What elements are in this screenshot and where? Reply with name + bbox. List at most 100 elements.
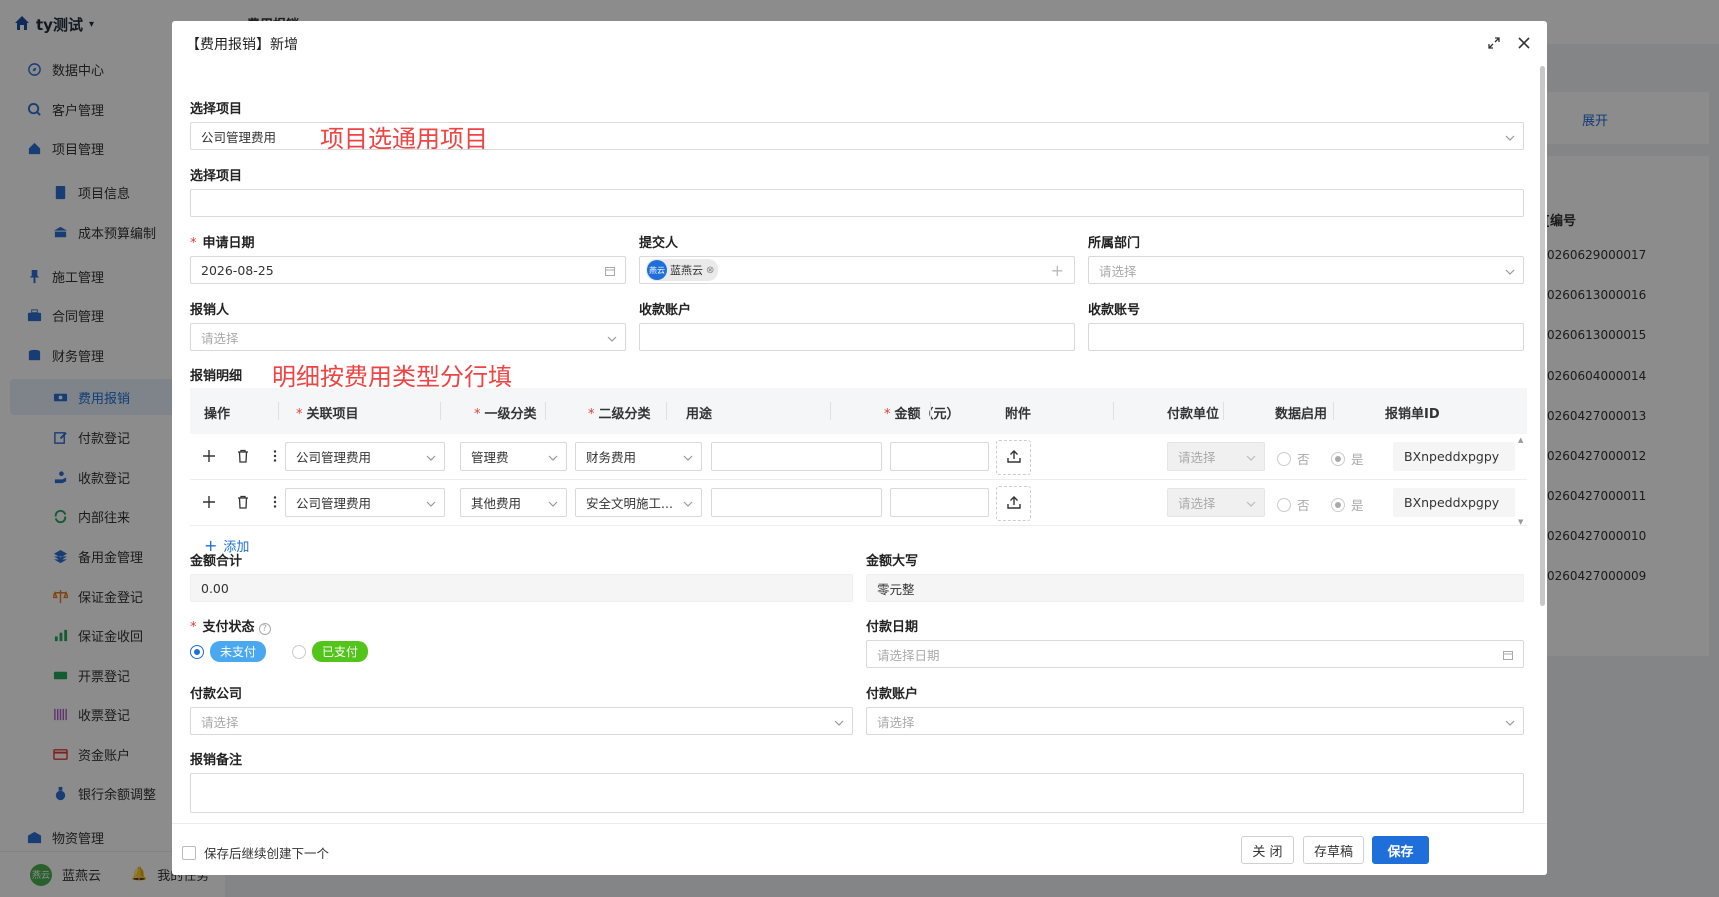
remove-chip-icon[interactable]: ⊗ bbox=[706, 265, 714, 276]
avatar: 燕云 bbox=[647, 260, 667, 280]
remark-label: 报销备注 bbox=[190, 753, 243, 768]
chevron-down-icon bbox=[548, 497, 558, 507]
help-icon[interactable]: ? bbox=[258, 623, 271, 635]
pay-unit-select[interactable]: 请选择 bbox=[1167, 442, 1265, 471]
submitter-picker[interactable]: 燕云 蓝燕云 ⊗ + bbox=[639, 256, 1075, 284]
amount-input[interactable] bbox=[890, 488, 989, 517]
payee-number-input[interactable] bbox=[1088, 323, 1524, 351]
dialog-title: 【费用报销】新增 bbox=[186, 36, 298, 53]
pay-status-paid-radio[interactable]: 已支付 bbox=[292, 641, 369, 662]
chevron-down-icon bbox=[1246, 497, 1256, 507]
th-actions: 操作 bbox=[204, 407, 231, 422]
more-icon[interactable] bbox=[268, 495, 282, 509]
submitter-label: 提交人 bbox=[639, 236, 679, 251]
cat2-select[interactable]: 财务费用 bbox=[575, 442, 702, 471]
save-draft-button[interactable]: 存草稿 bbox=[1303, 836, 1364, 864]
scroll-up-icon[interactable]: ▲ bbox=[1518, 436, 1526, 444]
project-select[interactable]: 公司管理费用 bbox=[285, 442, 445, 471]
annotation-detail: 明细按费用类型分行填 bbox=[272, 363, 512, 391]
cat1-select[interactable]: 管理费 bbox=[460, 442, 567, 471]
save-button[interactable]: 保存 bbox=[1372, 836, 1429, 864]
enabled-yes-radio[interactable]: 是 bbox=[1331, 449, 1364, 468]
chevron-down-icon bbox=[548, 451, 558, 461]
purpose-input[interactable] bbox=[711, 442, 882, 471]
detail-label: 报销明细 bbox=[190, 369, 243, 384]
pay-account-label: 付款账户 bbox=[866, 687, 919, 702]
maximize-icon[interactable] bbox=[1485, 34, 1503, 52]
chevron-down-icon bbox=[607, 332, 617, 342]
enabled-no-radio[interactable]: 否 bbox=[1277, 449, 1310, 468]
annotation-project: 项目选通用项目 bbox=[320, 125, 488, 153]
drag-handle-icon[interactable] bbox=[202, 495, 216, 509]
chevron-down-icon bbox=[1505, 716, 1515, 726]
trash-icon[interactable] bbox=[236, 449, 250, 463]
expense-id-field: BXnpeddxpgpy bbox=[1393, 488, 1515, 517]
claimant-select[interactable]: 请选择 bbox=[190, 323, 626, 351]
enabled-no-radio[interactable]: 否 bbox=[1277, 495, 1310, 514]
cat1-select[interactable]: 其他费用 bbox=[460, 488, 567, 517]
th-purpose: 用途 bbox=[686, 407, 713, 422]
chevron-down-icon bbox=[1505, 265, 1515, 275]
claimant-label: 报销人 bbox=[190, 303, 230, 318]
th-attachment: 附件 bbox=[1005, 407, 1032, 422]
chevron-down-icon bbox=[426, 497, 436, 507]
chevron-down-icon bbox=[426, 451, 436, 461]
th-cat1: 一级分类 bbox=[474, 403, 537, 422]
th-id: 报销单ID bbox=[1385, 407, 1440, 422]
payee-number-label: 收款账号 bbox=[1088, 303, 1141, 318]
total-upper-label: 金额大写 bbox=[866, 554, 919, 569]
chevron-down-icon bbox=[834, 716, 844, 726]
pay-status-label: 支付状态? bbox=[190, 616, 271, 635]
drag-handle-icon[interactable] bbox=[202, 449, 216, 463]
apply-date-picker[interactable]: 2026-08-25 bbox=[190, 256, 626, 284]
table-row: 公司管理费用 其他费用 安全文明施工... 请选择 否 是 BXnpeddxpg… bbox=[190, 480, 1527, 526]
total-field: 0.00 bbox=[190, 574, 853, 602]
chevron-down-icon bbox=[1246, 451, 1256, 461]
cat2-select[interactable]: 安全文明施工... bbox=[575, 488, 702, 517]
chevron-down-icon bbox=[1505, 131, 1515, 141]
calendar-icon bbox=[605, 264, 615, 276]
payee-account-input[interactable] bbox=[639, 323, 1075, 351]
upload-button[interactable] bbox=[996, 440, 1031, 475]
continue-checkbox[interactable]: 保存后继续创建下一个 bbox=[182, 843, 329, 862]
th-cat2: 二级分类 bbox=[588, 403, 651, 422]
pay-date-picker[interactable]: 请选择日期 bbox=[866, 640, 1524, 668]
th-project: 关联项目 bbox=[296, 403, 359, 422]
pay-status-unpaid-radio[interactable]: 未支付 bbox=[190, 641, 267, 662]
th-enabled: 数据启用 bbox=[1275, 407, 1328, 422]
expense-id-field: BXnpeddxpgpy bbox=[1393, 442, 1515, 471]
pay-company-select[interactable]: 请选择 bbox=[190, 707, 853, 735]
add-icon[interactable]: + bbox=[1051, 261, 1064, 280]
th-pay-unit: 付款单位 bbox=[1167, 407, 1220, 422]
pay-date-label: 付款日期 bbox=[866, 620, 919, 635]
project2-input[interactable] bbox=[190, 189, 1524, 217]
dialog-header: 【费用报销】新增 bbox=[172, 21, 1547, 66]
upload-button[interactable] bbox=[996, 486, 1031, 521]
upload-icon bbox=[1006, 449, 1021, 467]
close-button[interactable]: 关 闭 bbox=[1241, 836, 1294, 864]
pay-unit-select[interactable]: 请选择 bbox=[1167, 488, 1265, 517]
calendar-icon bbox=[1503, 648, 1513, 660]
project2-label: 选择项目 bbox=[190, 169, 243, 184]
payee-account-label: 收款账户 bbox=[639, 303, 692, 318]
apply-date-label: 申请日期 bbox=[190, 232, 255, 251]
project-select[interactable]: 公司管理费用 bbox=[285, 488, 445, 517]
enabled-yes-radio[interactable]: 是 bbox=[1331, 495, 1364, 514]
expense-create-dialog: 【费用报销】新增 选择项目 公司管理费用 项目选通用项目 选择项目 申请日期 2… bbox=[172, 21, 1547, 875]
chevron-down-icon bbox=[683, 497, 693, 507]
close-icon[interactable] bbox=[1515, 34, 1533, 52]
upload-icon bbox=[1006, 495, 1021, 513]
trash-icon[interactable] bbox=[236, 495, 250, 509]
total-upper-field: 零元整 bbox=[866, 574, 1524, 602]
dialog-body: 选择项目 公司管理费用 项目选通用项目 选择项目 申请日期 2026-08-25… bbox=[172, 66, 1547, 823]
pay-account-select[interactable]: 请选择 bbox=[866, 707, 1524, 735]
table-scrollbar[interactable]: ▲ ▼ bbox=[1518, 436, 1526, 526]
dept-select[interactable]: 请选择 bbox=[1088, 256, 1524, 284]
remark-textarea[interactable] bbox=[190, 773, 1524, 813]
dialog-footer: 保存后继续创建下一个 关 闭 存草稿 保存 bbox=[172, 823, 1547, 875]
table-header: 操作 关联项目 一级分类 二级分类 用途 金额（元） 附件 付款单位 数据启用 … bbox=[190, 388, 1527, 434]
purpose-input[interactable] bbox=[711, 488, 882, 517]
amount-input[interactable] bbox=[890, 442, 989, 471]
scroll-down-icon[interactable]: ▼ bbox=[1518, 518, 1523, 526]
more-icon[interactable] bbox=[268, 449, 282, 463]
